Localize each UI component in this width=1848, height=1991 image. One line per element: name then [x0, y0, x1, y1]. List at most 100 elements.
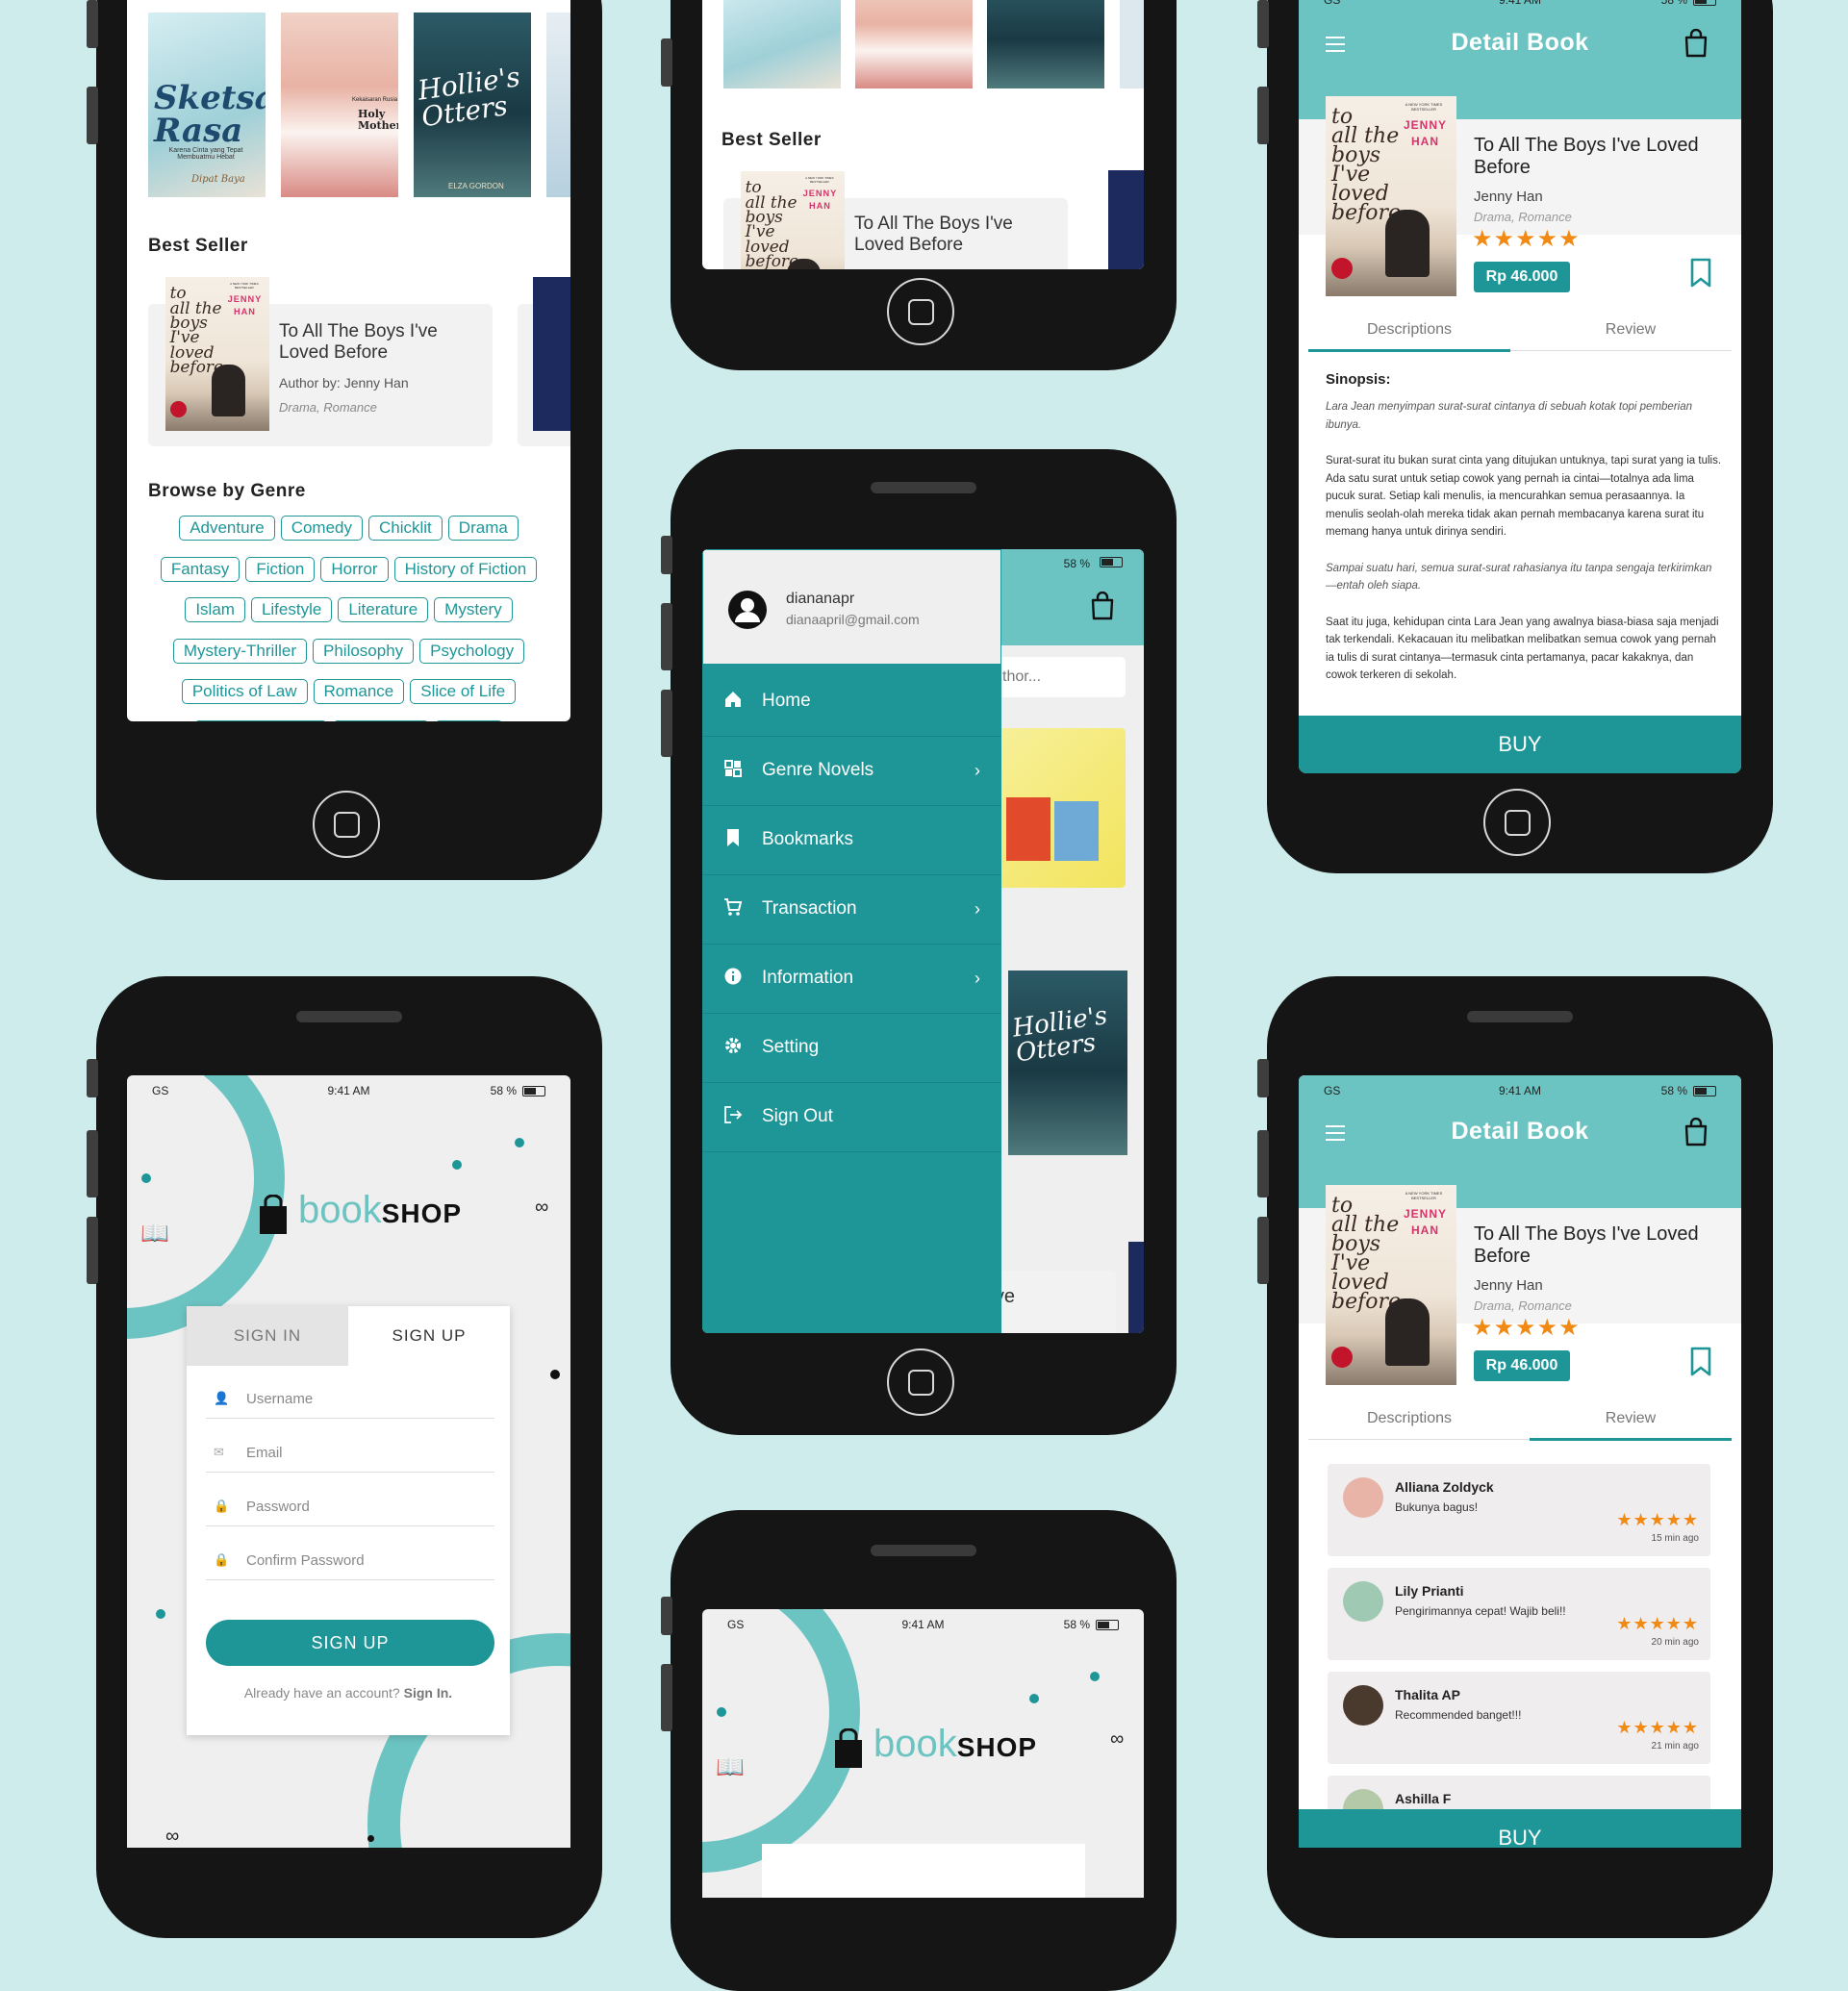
- decor-dot: [717, 1707, 726, 1717]
- email-field[interactable]: ✉ Email: [206, 1429, 494, 1473]
- best-seller-card-partial[interactable]: 've: [991, 1271, 1116, 1333]
- phone-detail-review: GS 9:41 AM 58 % Detail Book to all the boy…: [1257, 976, 1773, 1938]
- cover-to-all-the-boys: to all the boys I've loved before JENNY HAN A NE…: [165, 277, 269, 431]
- genre-chip[interactable]: History of Fiction: [393, 556, 538, 582]
- genre-chip[interactable]: Fiction: [245, 556, 316, 582]
- drawer-item-sign-out[interactable]: Sign Out: [702, 1082, 1001, 1152]
- cover-holy-mother[interactable]: Holy Mother Kekaisaran Rusia: [281, 13, 398, 197]
- speaker: [296, 1011, 402, 1022]
- cover-holy-mother[interactable]: [855, 0, 973, 88]
- cover-author: JENNY HAN: [1404, 117, 1447, 150]
- genre-chip[interactable]: Mystery: [434, 597, 513, 622]
- genre-chip[interactable]: Science-Fiction: [193, 719, 327, 721]
- phone-sign-up: GS 9:41 AM 58 % 📖 ∞ bookSHOP SIGN IN SIG…: [87, 976, 602, 1938]
- best-seller-card[interactable]: to all the boys I've loved before JENNY HAN A NE…: [723, 171, 1068, 269]
- tab-sign-in[interactable]: SIGN IN: [187, 1306, 348, 1366]
- cover-partial-blue: [533, 277, 570, 431]
- cover-sketsa-rasa[interactable]: [723, 0, 841, 88]
- best-seller-card-partial[interactable]: [518, 277, 570, 446]
- cover-title: Hollie's Otters: [1010, 1001, 1110, 1069]
- drawer-item-transaction[interactable]: Transaction ›: [702, 874, 1001, 945]
- cover-figure: [1385, 210, 1430, 277]
- tab-descriptions[interactable]: Descriptions: [1308, 321, 1510, 339]
- drawer-item-setting[interactable]: Setting: [702, 1013, 1001, 1083]
- genre-chip[interactable]: Slice of Life: [410, 679, 517, 704]
- decor-dot: [1029, 1694, 1039, 1703]
- genre-chip[interactable]: Mystery-Thriller: [172, 638, 307, 664]
- battery-icon: [1096, 1619, 1119, 1630]
- auth-card: SIGN IN SIGN UP 👤 Username ✉ Email 🔒 Passwo…: [187, 1306, 510, 1735]
- sign-in-link[interactable]: Sign In.: [404, 1685, 453, 1701]
- cover-partial-blue: [1108, 170, 1144, 269]
- reviewer-name: Thalita AP: [1395, 1687, 1460, 1702]
- cover-tagline: A NEW YORK TIMES BESTSELLER: [230, 281, 259, 290]
- cover-hollies-otters[interactable]: [987, 0, 1104, 88]
- username-field[interactable]: 👤 Username: [206, 1375, 494, 1419]
- confirm-password-field[interactable]: 🔒 Confirm Password: [206, 1537, 494, 1580]
- genre-chip[interactable]: Spirituality: [332, 719, 430, 721]
- cover-sketsa-rasa[interactable]: Sketsa Rasa Karena Cinta yang Tepat Memb…: [148, 13, 266, 197]
- home-screen-scrolled: Best Seller to all the boys I've loved before…: [702, 0, 1144, 269]
- reviewer-name: Alliana Zoldyck: [1395, 1479, 1494, 1495]
- genre-chip[interactable]: Literature: [338, 597, 429, 622]
- review-stars: ★★★★★: [1616, 1510, 1699, 1529]
- cover-partial[interactable]: [1120, 0, 1144, 88]
- cover-title: Sketsa Rasa: [154, 79, 266, 150]
- decor-dot: [367, 1835, 374, 1842]
- genre-chip[interactable]: Philosophy: [313, 638, 415, 664]
- drawer-item-information[interactable]: Information ›: [702, 944, 1001, 1014]
- search-bar[interactable]: thor...: [991, 657, 1126, 697]
- genre-chip[interactable]: Fantasy: [160, 556, 240, 582]
- logo-bag-icon: [260, 1195, 287, 1234]
- cover-hollies-otters[interactable]: Hollie's Otters: [1008, 970, 1127, 1155]
- cover-partial[interactable]: [546, 13, 570, 197]
- genre-chip[interactable]: Comedy: [280, 516, 363, 541]
- side-button: [661, 603, 672, 670]
- phone-detail-description: GS 9:41 AM 58 % Detail Book to all the boy…: [1257, 0, 1773, 873]
- genre-chip[interactable]: Politics of Law: [181, 679, 308, 704]
- status-right: 58 %: [1661, 0, 1716, 7]
- cover-subtitle: Karena Cinta yang Tepat Membuatmu Hebat: [168, 147, 243, 161]
- buy-button[interactable]: BUY: [1299, 1809, 1741, 1848]
- best-seller-card[interactable]: to all the boys I've loved before JENNY HAN A NE…: [148, 277, 493, 446]
- genre-chip[interactable]: Psychology: [419, 638, 525, 664]
- genre-row: Politics of Law Romance Slice of Life: [137, 679, 561, 720]
- genre-chip[interactable]: Romance: [313, 679, 405, 704]
- cart-bag-icon[interactable]: [1090, 592, 1115, 620]
- home-button[interactable]: [1483, 789, 1551, 856]
- drawer-profile[interactable]: diananapr dianaapril@gmail.com: [702, 549, 1001, 665]
- drawer-item-bookmarks[interactable]: Bookmarks: [702, 805, 1001, 875]
- sign-out-icon: [721, 1105, 745, 1129]
- genre-chip[interactable]: Adventure: [179, 516, 275, 541]
- genre-chip[interactable]: Lifestyle: [250, 597, 333, 622]
- tab-review[interactable]: Review: [1530, 321, 1732, 339]
- genre-chip[interactable]: Chicklit: [368, 516, 443, 541]
- promo-banner[interactable]: [991, 728, 1126, 888]
- cover-author-first: JENNY: [1403, 118, 1447, 132]
- search-placeholder: thor...: [1002, 668, 1042, 685]
- genre-chip[interactable]: Islam: [185, 597, 245, 622]
- splash-screen: GS 9:41 AM 58 % 📖 ∞ bookSHOP: [702, 1609, 1144, 1898]
- drawer-item-home[interactable]: Home: [702, 667, 1001, 737]
- reviewer-avatar: [1343, 1685, 1383, 1726]
- genre-chip[interactable]: Teenlit: [435, 719, 504, 721]
- phone-home-scrolled: Best Seller to all the boys I've loved before…: [661, 0, 1177, 370]
- drawer-item-genre-novels[interactable]: Genre Novels ›: [702, 736, 1001, 806]
- side-button: [1257, 1059, 1269, 1097]
- home-button[interactable]: [887, 1348, 954, 1416]
- home-button[interactable]: [313, 791, 380, 858]
- genre-chip[interactable]: Horror: [320, 556, 389, 582]
- home-button[interactable]: [887, 278, 954, 345]
- genre-chip[interactable]: Drama: [447, 516, 519, 541]
- cover-to-all-the-boys: to all the boys I've loved before JENNY HAN A NE…: [1326, 96, 1456, 296]
- cart-bag-icon[interactable]: [1683, 29, 1709, 58]
- buy-button[interactable]: BUY: [1299, 716, 1741, 773]
- tab-sign-up[interactable]: SIGN UP: [348, 1306, 510, 1366]
- cover-hollies-otters[interactable]: Hollie's Otters ELZA GORDON: [414, 13, 531, 197]
- side-button: [1257, 87, 1269, 144]
- decor-dot: [156, 1609, 165, 1619]
- lock-icon: 🔒: [214, 1499, 230, 1513]
- password-field[interactable]: 🔒 Password: [206, 1483, 494, 1526]
- bookmark-icon[interactable]: [1689, 258, 1712, 289]
- sign-up-button[interactable]: SIGN UP: [206, 1620, 494, 1666]
